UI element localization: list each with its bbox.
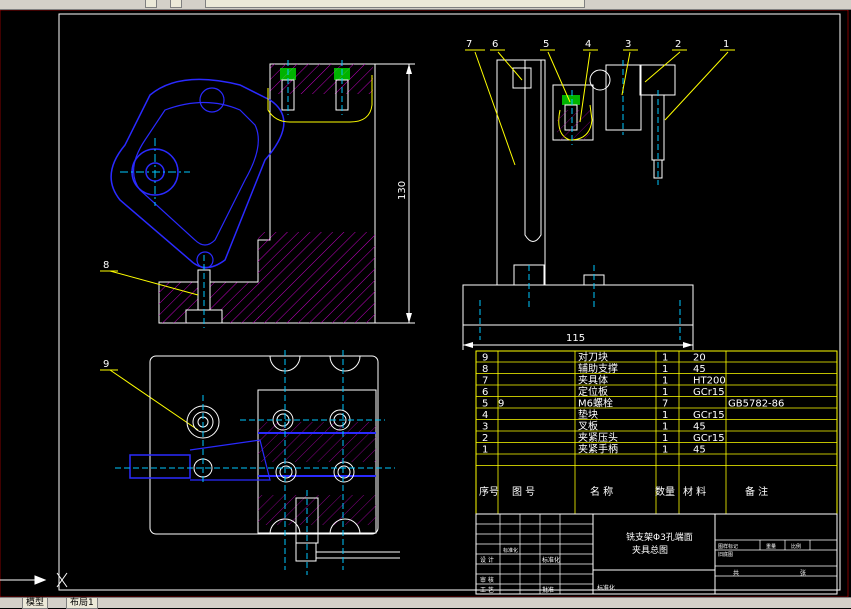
bom-cell-material: GCr15 <box>693 433 725 444</box>
toolbar-strip <box>0 0 851 10</box>
bom-cell-name: 定位板 <box>578 385 608 398</box>
layout-tabs: 模型 布局1 <box>0 597 851 609</box>
bom-cell-name: 对刀块 <box>578 351 608 364</box>
bom-header-no: 序号 <box>479 485 499 498</box>
bom-cell-material: 20 <box>693 353 706 364</box>
tb-bottom-label: 旧底图 <box>718 551 733 558</box>
tb-right-header-0: 图样标记 <box>718 543 738 550</box>
bom-cell-qty: 1 <box>662 433 668 444</box>
tb-label-approve: 批准 <box>542 586 554 594</box>
bom-cell-name: 垫块 <box>578 408 598 421</box>
balloon-3: 3 <box>625 39 631 50</box>
bom-cell-no: 6 <box>482 387 488 398</box>
tb-right-header-1: 重量 <box>766 543 776 550</box>
balloon-1: 1 <box>723 39 729 50</box>
tb-right-header-2: 比例 <box>791 543 801 550</box>
bom-header-name: 名 称 <box>590 485 613 498</box>
bom-cell-material: HT200 <box>693 376 726 387</box>
bom-cell-no: 7 <box>482 376 488 387</box>
bom-header-material: 材 料 <box>683 485 706 498</box>
balloon-7: 7 <box>466 39 472 50</box>
bom-cell-qty: 1 <box>662 364 668 375</box>
tb-label-standard2: 标准化 <box>542 556 560 564</box>
toolbar-icon[interactable] <box>145 0 157 8</box>
toolbar-dropdown[interactable] <box>205 0 585 8</box>
bom-cell-material: GCr15 <box>693 387 725 398</box>
balloon-5: 5 <box>543 39 549 50</box>
toolbar-icon[interactable] <box>170 0 182 8</box>
bom-cell-material: GCr15 <box>693 410 725 421</box>
tab-model[interactable]: 模型 <box>22 598 49 609</box>
tb-right-header-4: 张 <box>800 569 806 577</box>
bom-cell-no: 5 <box>482 399 488 410</box>
bom-cell-no: 1 <box>482 445 488 456</box>
bom-cell-qty: 1 <box>662 353 668 364</box>
balloon-6: 6 <box>492 39 498 50</box>
bom-cell-no: 8 <box>482 364 488 375</box>
bom-cell-no: 3 <box>482 422 488 433</box>
balloon-8: 8 <box>103 260 109 271</box>
bom-cell-name: 夹具体 <box>578 374 608 387</box>
tb-right-header-3: 共 <box>733 569 739 577</box>
bom-cell-name: M6螺栓 <box>578 397 613 410</box>
bom-cell-material: 45 <box>693 364 706 375</box>
bom-header-note: 备 注 <box>745 485 768 498</box>
parts-list: 序号 图 号 名 称 数量 材 料 备 注 9 对刀块 1 20 8 辅助支撑 1 45 7 夹具… <box>475 350 838 515</box>
tb-label-design: 设 计 <box>480 556 494 564</box>
bom-cell-no: 9 <box>482 353 488 364</box>
bom-cell-name: 夹紧手柄 <box>578 443 618 456</box>
bom-cell-qty: 1 <box>662 445 668 456</box>
dimension-height: 130 <box>397 181 408 200</box>
tab-layout1[interactable]: 布局1 <box>66 598 98 609</box>
drawing-title-line2: 夹具总图 <box>632 544 668 556</box>
tb-label-standard1: 标准化 <box>503 547 518 554</box>
top-view <box>115 350 400 575</box>
bom-cell-qty: 1 <box>662 376 668 387</box>
bom-header-qty: 数量 <box>655 485 675 498</box>
balloon-9: 9 <box>103 359 109 370</box>
tb-label-process: 工 艺 <box>480 586 494 594</box>
drawing-title-line1: 铣支架Φ3孔端面 <box>626 531 693 543</box>
bom-cell-note: GB5782-86 <box>728 399 784 410</box>
bom-cell-qty: 7 <box>662 399 668 410</box>
bom-cell-qty: 1 <box>662 410 668 421</box>
bom-cell-no: 4 <box>482 410 488 421</box>
bom-cell-name: 辅助支撑 <box>578 362 618 375</box>
balloon-4: 4 <box>585 39 591 50</box>
bom-cell-code: 9 <box>498 399 504 410</box>
bom-cell-qty: 1 <box>662 387 668 398</box>
dimension-width: 115 <box>566 333 585 344</box>
drawing-outer-border <box>0 10 849 597</box>
bom-cell-material: 45 <box>693 422 706 433</box>
bom-cell-name: 叉板 <box>578 420 598 433</box>
side-view <box>462 59 694 350</box>
ucs-icon <box>0 572 68 588</box>
balloon-2: 2 <box>675 39 681 50</box>
bom-cell-no: 2 <box>482 433 488 444</box>
front-view <box>110 60 415 328</box>
title-block-text: 铣支架Φ3孔端面 夹具总图 设 计 审 核 工 艺 标准化 标准化 批准 标准化… <box>480 531 806 594</box>
bom-cell-material: 45 <box>693 445 706 456</box>
bom-cell-name: 夹紧压头 <box>578 431 618 444</box>
tb-label-review: 审 核 <box>480 576 494 584</box>
tb-label-standard3: 标准化 <box>597 584 615 592</box>
bom-header-code: 图 号 <box>512 486 535 498</box>
drawing-canvas[interactable]: 130 115 7 6 5 4 3 2 1 8 9 序号 图 号 名 称 数量 … <box>0 10 851 597</box>
bom-cell-qty: 1 <box>662 422 668 433</box>
